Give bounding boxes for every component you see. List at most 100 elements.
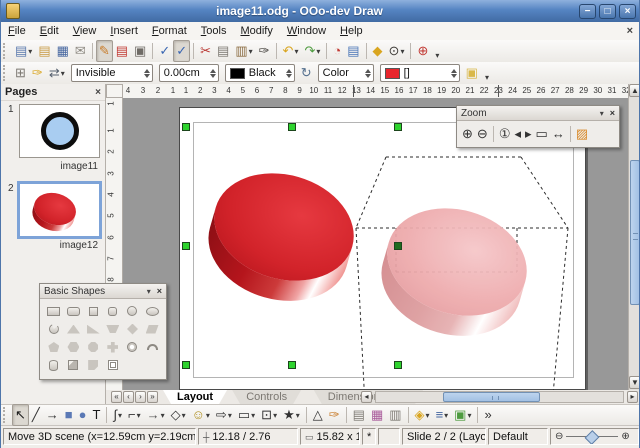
maximize-button[interactable]: □ [599, 4, 616, 19]
status-style[interactable]: Default [488, 428, 548, 445]
menu-modify[interactable]: Modify [233, 24, 279, 38]
dropdown-icon[interactable]: ▾ [294, 47, 298, 56]
tab-controls[interactable]: Controls [232, 390, 301, 404]
select-tool[interactable]: ↖ [12, 404, 29, 426]
shape-isosceles-triangle-button[interactable] [64, 321, 84, 337]
zoom-previous-button[interactable]: ◂ [512, 123, 523, 145]
vertical-scrollbar[interactable]: ▲ ▼ [628, 84, 640, 390]
zoom-slider-thumb[interactable] [585, 430, 600, 445]
dropdown-icon[interactable]: ▾ [249, 47, 253, 56]
rotate-button[interactable]: ↻ [298, 62, 315, 84]
page-sheet[interactable] [179, 107, 586, 390]
page-thumbnail-image11[interactable] [19, 104, 100, 158]
line-dialog-button[interactable]: ⊞ [12, 62, 29, 84]
shape-rounded-square-button[interactable] [103, 303, 123, 319]
menu-insert[interactable]: Insert [103, 24, 145, 38]
spinner-icon[interactable] [144, 69, 150, 78]
shape-hexagon-button[interactable] [64, 339, 84, 355]
save-button[interactable]: ▦ [54, 40, 72, 62]
menu-format[interactable]: Format [145, 24, 194, 38]
zoom-panel-close-icon[interactable]: × [610, 108, 615, 118]
connector-tool[interactable]: ⌐▾ [125, 404, 144, 426]
redo-button[interactable]: ↷▾ [301, 40, 323, 62]
zoom-out-button[interactable]: ⊖ [475, 123, 490, 145]
toolbar-overflow-icon[interactable]: ▾ [435, 51, 439, 62]
basic-shapes-titlebar[interactable]: Basic Shapes ▾ × [40, 284, 166, 299]
spinner-icon[interactable] [286, 69, 292, 78]
tab-layout[interactable]: Layout [163, 390, 227, 404]
shape-circle-pie-button[interactable] [44, 321, 64, 337]
menu-help[interactable]: Help [333, 24, 370, 38]
autospellcheck-button[interactable]: ✓ [173, 40, 190, 62]
panel-dropdown-icon[interactable]: ▾ [600, 109, 604, 118]
new-button[interactable]: ▤▾ [12, 40, 35, 62]
arrange-button[interactable]: ▣▾ [451, 404, 474, 426]
open-button[interactable]: ▤ [35, 40, 53, 62]
text-tool[interactable]: T [89, 404, 103, 426]
dropdown-icon[interactable]: ▾ [400, 47, 404, 56]
dropdown-icon[interactable]: ▾ [467, 411, 471, 420]
shape-octagon-button[interactable] [83, 339, 103, 355]
scroll-up-icon[interactable]: ▲ [629, 84, 640, 97]
shape-right-triangle-button[interactable] [83, 321, 103, 337]
undo-button[interactable]: ↶▾ [280, 40, 302, 62]
panel-dropdown-icon[interactable]: ▾ [147, 287, 151, 296]
drawbar-more-button[interactable]: » [481, 404, 494, 426]
menu-view[interactable]: View [66, 24, 104, 38]
shape-block-arc-button[interactable] [142, 339, 162, 355]
toolbar-grip[interactable] [3, 43, 8, 59]
spinner-icon[interactable] [451, 69, 457, 78]
dropdown-icon[interactable]: ▾ [118, 411, 122, 420]
pages-panel-close-icon[interactable]: × [95, 87, 101, 98]
dropdown-icon[interactable]: ▾ [273, 411, 277, 420]
shape-parallelogram-button[interactable] [142, 321, 162, 337]
shape-cube-button[interactable] [64, 357, 84, 373]
shape-rectangle-button[interactable] [44, 303, 64, 319]
zoom-button[interactable]: ⊙▾ [386, 40, 408, 62]
menu-edit[interactable]: Edit [33, 24, 66, 38]
zoom-in-button[interactable]: ⊕ [460, 123, 475, 145]
lines-arrows-tool[interactable]: →▾ [144, 404, 168, 426]
rectangle-tool[interactable]: ■ [62, 404, 76, 426]
shadow-button[interactable]: ▣ [463, 62, 481, 84]
insert-object-button[interactable]: ▤ [344, 40, 362, 62]
dropdown-icon[interactable]: ▾ [444, 411, 448, 420]
horizontal-ruler[interactable]: 4321123456789101112131415161718192021222… [123, 84, 628, 99]
page-thumbnail-image12[interactable] [17, 181, 102, 239]
dropdown-icon[interactable]: ▾ [316, 47, 320, 56]
status-slide[interactable]: Slide 2 / 2 (Layout) [402, 428, 486, 445]
object-zoom-button[interactable]: ▨ [574, 123, 590, 145]
title-bar[interactable]: image11.odg - OOo-dev Draw − □ × [1, 0, 640, 22]
zoom-page-width-button[interactable]: ↔ [550, 123, 567, 145]
callouts-tool[interactable]: ⊡▾ [258, 404, 280, 426]
flowchart-tool[interactable]: ▭▾ [235, 404, 258, 426]
zoom-page-button[interactable]: ▭ [534, 123, 550, 145]
spinner-icon[interactable] [365, 69, 371, 78]
scroll-left-icon[interactable]: ◂ [361, 391, 372, 403]
shape-circle-button[interactable] [123, 303, 143, 319]
dropdown-icon[interactable]: ▾ [206, 411, 210, 420]
shape-trapezoid-button[interactable] [103, 321, 123, 337]
line-arrow-tool[interactable]: → [43, 404, 62, 426]
shape-diamond-button[interactable] [123, 321, 143, 337]
navigator-button[interactable]: ◆ [370, 40, 386, 62]
insert-button[interactable]: ▤ [350, 404, 368, 426]
gallery-button[interactable]: ▦ [368, 404, 386, 426]
cut-button[interactable]: ✂ [197, 40, 214, 62]
zoom-slider[interactable] [566, 436, 618, 437]
export-pdf-button[interactable]: ▤ [113, 40, 131, 62]
dropdown-icon[interactable]: ▾ [161, 411, 165, 420]
shape-frame-button[interactable] [103, 357, 123, 373]
edit-file-button[interactable]: ✎ [96, 40, 113, 62]
line-width-input[interactable]: 0.00cm [159, 64, 219, 82]
ellipse-tool[interactable]: ● [76, 404, 90, 426]
dropdown-icon[interactable]: ▾ [137, 411, 141, 420]
glue-points-button[interactable]: ✑ [326, 404, 343, 426]
effects-button[interactable]: ◈▾ [412, 404, 433, 426]
line-style-select[interactable]: Invisible [71, 64, 153, 82]
toolbar-grip[interactable] [3, 407, 8, 423]
zoom-out-icon[interactable]: ⊖ [555, 429, 563, 445]
symbol-shapes-tool[interactable]: ☺▾ [189, 404, 213, 426]
clone-button[interactable]: ▥ [386, 404, 404, 426]
document-as-email-button[interactable]: ✉ [72, 40, 89, 62]
